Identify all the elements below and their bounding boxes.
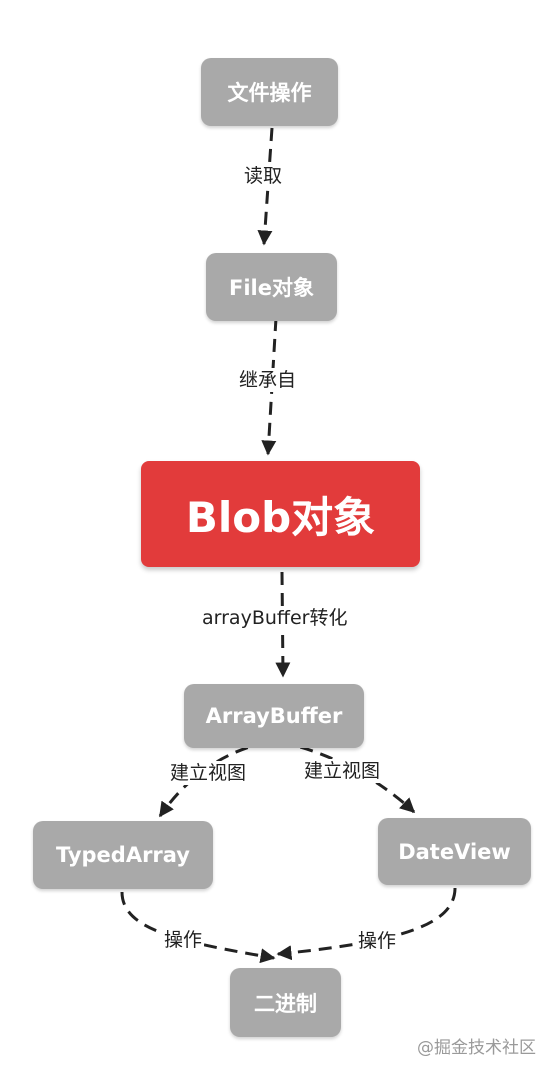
node-dateview: DateView	[378, 818, 531, 885]
edge-label-convert: arrayBuffer转化	[200, 606, 350, 630]
node-file-operation: 文件操作	[201, 58, 338, 126]
node-arraybuffer: ArrayBuffer	[184, 684, 364, 748]
edge-label-view-right: 建立视图	[302, 759, 383, 783]
node-binary: 二进制	[230, 968, 341, 1037]
edge-label-view-left: 建立视图	[168, 761, 249, 785]
node-file-object: File对象	[206, 253, 337, 321]
edge-label-op-right: 操作	[356, 929, 399, 953]
edge-label-inherit: 继承自	[237, 368, 299, 392]
watermark: @掘金技术社区	[417, 1038, 536, 1058]
edge-label-read: 读取	[242, 164, 285, 188]
edge-label-op-left: 操作	[162, 928, 205, 952]
node-blob-object: Blob对象	[141, 461, 420, 567]
node-typedarray: TypedArray	[33, 821, 213, 889]
